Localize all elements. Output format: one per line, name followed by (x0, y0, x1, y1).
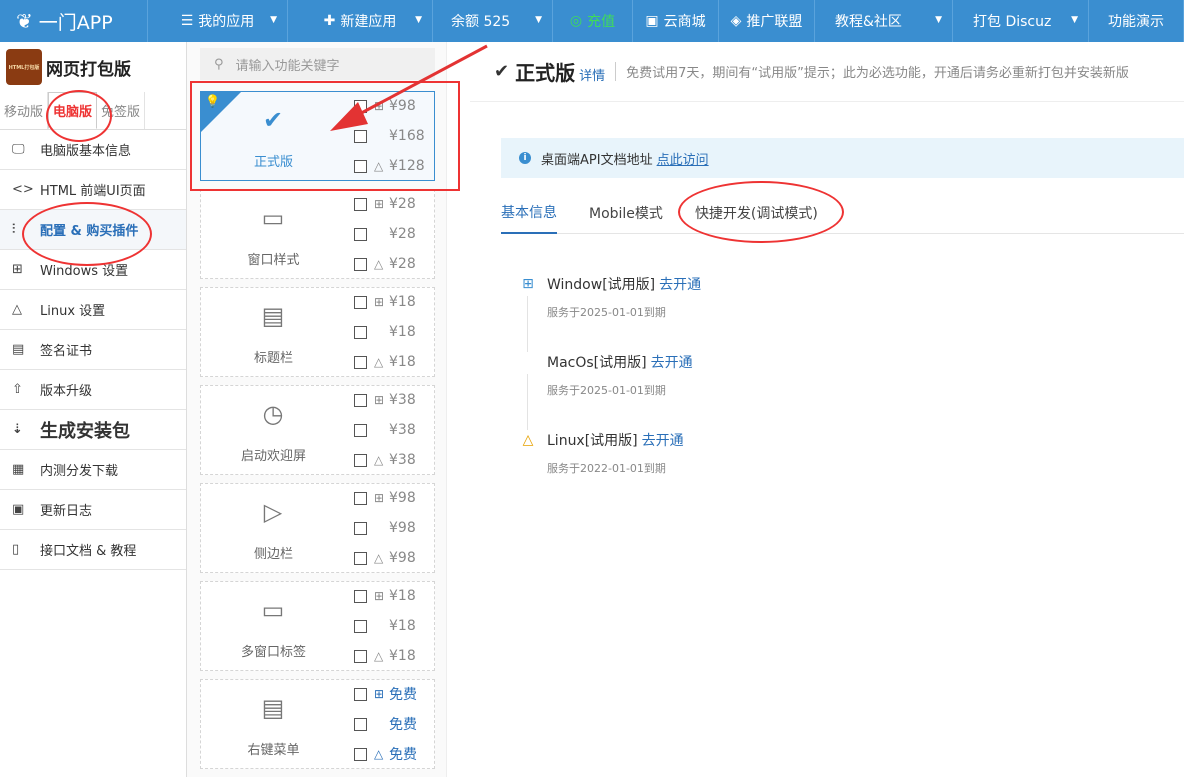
annotation-arrow (330, 44, 488, 131)
